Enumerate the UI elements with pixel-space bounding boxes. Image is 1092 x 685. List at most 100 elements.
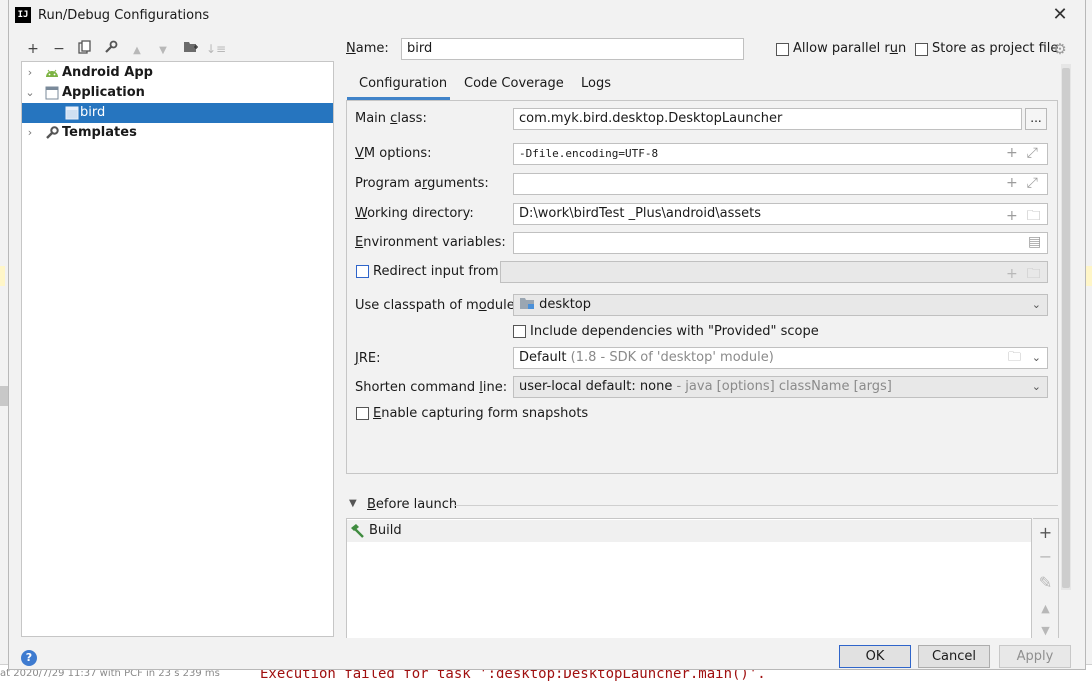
move-down-icon: ▼ bbox=[1041, 624, 1050, 637]
redirect-input-label: Redirect input from: bbox=[373, 264, 503, 279]
allow-parallel-run-label: Allow parallel run bbox=[793, 41, 907, 56]
tree-item-templates[interactable]: › Templates bbox=[22, 123, 333, 143]
separator-line bbox=[454, 505, 1058, 506]
expand-icon[interactable]: ⤢ bbox=[1027, 175, 1038, 191]
new-folder-button[interactable] bbox=[180, 40, 200, 58]
working-directory-label: Working directory: bbox=[355, 206, 474, 221]
include-dependencies-checkbox[interactable] bbox=[513, 325, 526, 338]
folder-icon[interactable]: 🗀 bbox=[1008, 348, 1021, 368]
remove-icon: − bbox=[1038, 547, 1053, 566]
name-input[interactable]: bird bbox=[401, 38, 744, 60]
browse-main-class-button[interactable]: ... bbox=[1025, 108, 1047, 130]
window-title: Run/Debug Configurations bbox=[38, 8, 210, 23]
chevron-down-icon: ⌄ bbox=[1031, 298, 1041, 311]
add-icon[interactable]: + bbox=[1006, 175, 1018, 191]
vm-options-label: VM options: bbox=[355, 146, 432, 161]
enable-capturing-snapshots-checkbox[interactable] bbox=[356, 407, 369, 420]
classpath-module-label: Use classpath of module: bbox=[355, 298, 520, 313]
program-arguments-input[interactable] bbox=[513, 173, 1048, 195]
intellij-icon: IJ bbox=[15, 7, 31, 23]
background-status-text: at 2020/7/29 11:37 with PCF in 23 s 239 … bbox=[0, 668, 220, 679]
shorten-command-line-hint: - java [options] className [args] bbox=[676, 379, 892, 394]
chevron-right-icon[interactable]: › bbox=[24, 123, 36, 143]
jre-select[interactable]: Default (1.8 - SDK of 'desktop' module) … bbox=[513, 347, 1048, 369]
classpath-module-select[interactable]: desktop ⌄ bbox=[513, 294, 1048, 316]
list-item[interactable]: Build bbox=[347, 520, 1031, 542]
jre-hint: (1.8 - SDK of 'desktop' module) bbox=[570, 350, 774, 365]
apply-button[interactable]: Apply bbox=[999, 645, 1071, 668]
store-as-project-file-label: Store as project file bbox=[932, 41, 1059, 56]
move-up-icon: ▲ bbox=[1041, 602, 1050, 615]
close-button[interactable]: ✕ bbox=[1048, 4, 1072, 26]
shorten-command-line-select[interactable]: user-local default: none - java [options… bbox=[513, 376, 1048, 398]
cancel-button[interactable]: Cancel bbox=[918, 645, 990, 668]
before-launch-list[interactable]: Build bbox=[346, 518, 1032, 638]
remove-task-button[interactable]: − bbox=[1033, 545, 1058, 569]
background-gutter bbox=[0, 386, 8, 406]
shorten-command-line-value: user-local default: none bbox=[519, 379, 673, 394]
application-config-icon bbox=[65, 106, 79, 120]
vm-options-input[interactable]: -Dfile.encoding=UTF-8 bbox=[513, 143, 1048, 165]
chevron-down-icon: ⌄ bbox=[1031, 380, 1041, 393]
program-arguments-label: Program arguments: bbox=[355, 176, 489, 191]
add-icon[interactable]: + bbox=[1006, 208, 1018, 224]
remove-configuration-button[interactable]: − bbox=[49, 40, 69, 58]
redirect-input-field[interactable] bbox=[500, 261, 1048, 283]
tree-item-label: Application bbox=[62, 85, 145, 100]
chevron-right-icon[interactable]: › bbox=[24, 63, 36, 83]
sort-button[interactable]: ↓≡ bbox=[206, 40, 226, 58]
tree-item-bird[interactable]: bird bbox=[22, 103, 333, 123]
configuration-tree[interactable]: › Android App ⌄ Application bird › Templ… bbox=[21, 61, 334, 637]
add-icon[interactable]: + bbox=[1006, 145, 1018, 161]
folder-icon[interactable]: 🗀 bbox=[1027, 266, 1041, 282]
copy-configuration-button[interactable] bbox=[75, 40, 95, 58]
tree-item-label: bird bbox=[80, 105, 106, 120]
environment-variables-input[interactable] bbox=[513, 232, 1048, 254]
working-directory-actions: + 🗀 bbox=[1006, 205, 1041, 229]
store-as-project-file-checkbox[interactable] bbox=[915, 43, 928, 56]
list-item-label: Build bbox=[369, 523, 402, 538]
move-up-icon: ▲ bbox=[133, 45, 141, 56]
move-up-button[interactable]: ▲ bbox=[127, 40, 147, 58]
tree-item-android-app[interactable]: › Android App bbox=[22, 63, 333, 83]
working-directory-input[interactable]: D:\work\birdTest _Plus\android\assets bbox=[513, 203, 1048, 225]
redirect-input-checkbox[interactable] bbox=[356, 265, 369, 278]
scrollbar-thumb[interactable] bbox=[1062, 68, 1070, 588]
chevron-down-icon[interactable]: ⌄ bbox=[24, 83, 36, 103]
shorten-command-line-label: Shorten command line: bbox=[355, 380, 508, 395]
tree-item-application[interactable]: ⌄ Application bbox=[22, 83, 333, 103]
expand-icon[interactable]: ⤢ bbox=[1027, 145, 1038, 161]
edit-templates-button[interactable] bbox=[101, 40, 121, 58]
before-launch-title: Before launch bbox=[367, 497, 458, 512]
allow-parallel-run-checkbox[interactable] bbox=[776, 43, 789, 56]
vm-options-actions: + ⤢ bbox=[1006, 145, 1038, 161]
copy-icon bbox=[78, 40, 91, 54]
add-icon: + bbox=[1038, 523, 1053, 542]
collapse-triangle-icon[interactable]: ▼ bbox=[349, 498, 357, 509]
hammer-icon bbox=[351, 524, 364, 538]
move-task-down-button[interactable]: ▼ bbox=[1033, 619, 1058, 643]
wrench-icon bbox=[105, 40, 118, 53]
gear-icon[interactable]: ⚙ bbox=[1052, 41, 1068, 57]
tab-code-coverage[interactable]: Code Coverage bbox=[464, 76, 564, 98]
android-icon bbox=[46, 69, 58, 77]
pencil-icon: ✎ bbox=[1038, 573, 1053, 592]
tab-configuration[interactable]: Configuration bbox=[359, 76, 447, 98]
add-task-button[interactable]: + bbox=[1033, 521, 1058, 545]
add-configuration-button[interactable]: + bbox=[23, 40, 43, 58]
main-class-input[interactable]: com.myk.bird.desktop.DesktopLauncher bbox=[513, 108, 1022, 130]
folder-icon[interactable]: 🗀 bbox=[1027, 208, 1041, 224]
include-dependencies-label: Include dependencies with "Provided" sco… bbox=[530, 324, 819, 339]
move-task-up-button[interactable]: ▲ bbox=[1033, 597, 1058, 621]
remove-icon: − bbox=[53, 41, 65, 57]
edit-task-button[interactable]: ✎ bbox=[1033, 571, 1058, 595]
redirect-input-actions: + 🗀 bbox=[1006, 263, 1041, 287]
ok-button[interactable]: OK bbox=[839, 645, 911, 668]
edit-environment-icon[interactable]: ▤ bbox=[1028, 234, 1041, 250]
enable-capturing-snapshots-label: Enable capturing form snapshots bbox=[373, 406, 589, 421]
add-icon[interactable]: + bbox=[1006, 266, 1018, 282]
help-icon[interactable]: ? bbox=[21, 650, 37, 666]
move-down-button[interactable]: ▼ bbox=[153, 40, 173, 58]
tab-logs[interactable]: Logs bbox=[581, 76, 611, 98]
jre-value: Default bbox=[519, 350, 567, 365]
